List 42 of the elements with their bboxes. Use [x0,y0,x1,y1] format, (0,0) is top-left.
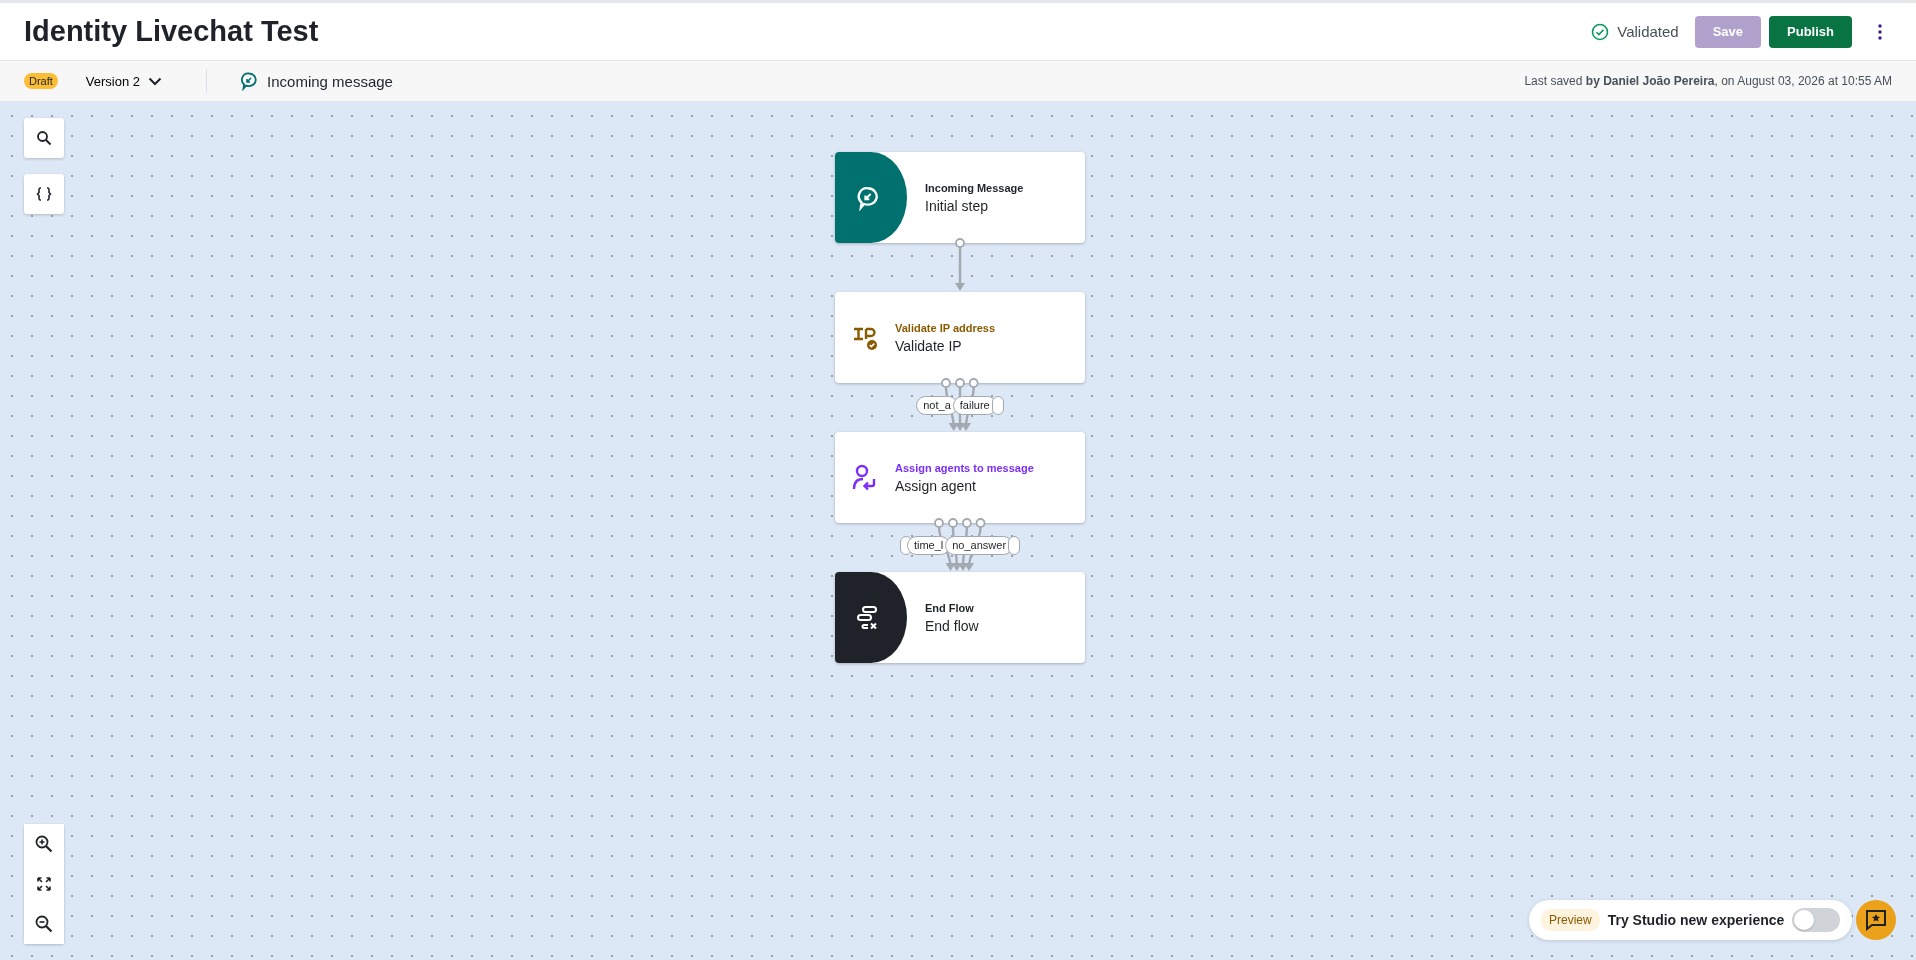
flow-node-card[interactable]: Incoming Message Initial step [835,152,1085,243]
fit-view-icon [36,876,52,892]
incoming-message-icon [855,184,881,211]
flow-node-card[interactable]: Assign agents to message Assign agent [835,432,1085,523]
edge-label-background [1008,536,1021,555]
chevron-down-icon [148,76,163,86]
star-message-icon [1865,909,1887,931]
node-type-label: Validate IP address [895,321,996,334]
connector-arrow [953,237,967,292]
node-type-label: Assign agents to message [895,461,1034,474]
incoming-message-icon [239,71,260,91]
assign-agent-icon [852,463,878,492]
version-dropdown[interactable]: Version 2 [79,72,169,90]
node-name: Assign agent [895,477,977,494]
node-name: Initial step [925,197,990,214]
node-type-label: Incoming Message [925,181,1024,194]
preview-badge: Preview [1541,909,1600,931]
trigger-label: Incoming message [267,72,393,90]
validation-status: Validated [1617,23,1679,40]
search-icon [36,130,52,146]
draft-badge: Draft [24,73,58,89]
zoom-in-button[interactable] [24,824,64,864]
edge-label-background [899,536,912,555]
more-options-icon [1878,23,1882,40]
node-name: End flow [925,617,979,634]
node-name: Validate IP [895,337,963,354]
new-experience-toggle[interactable] [1792,908,1841,932]
node-type-label: End Flow [925,601,975,614]
flow-title: Identity Livechat Test [24,15,320,48]
flow-node-card[interactable]: End Flow End flow [835,572,1085,663]
check-circle-icon [1591,22,1610,41]
zoom-out-icon [35,915,53,933]
curly-braces-icon [35,186,53,202]
flow-node-card[interactable]: Validate IP address Validate IP [835,292,1085,383]
publish-button[interactable]: Publish [1769,15,1852,48]
zoom-in-icon [35,835,53,853]
feedback-button[interactable] [1856,900,1896,940]
last-saved-text: Last saved by Daniel João Pereira, on August 03, 2026 at 10:55 AM [1524,74,1892,88]
variables-button[interactable] [24,174,64,214]
zoom-out-button[interactable] [24,904,64,944]
search-button[interactable] [24,118,64,158]
preview-label: Try Studio new experience [1607,912,1785,928]
